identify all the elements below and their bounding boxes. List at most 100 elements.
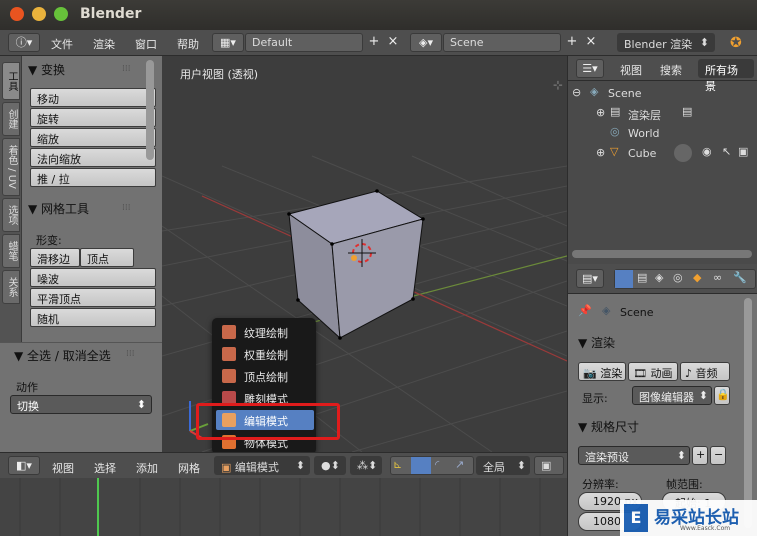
menu-mesh[interactable]: 网格	[178, 460, 200, 476]
world-context-icon[interactable]: ◎	[673, 271, 683, 284]
scene-icon-button[interactable]: ◈▾	[410, 33, 442, 52]
outliner-filter-select[interactable]: 所有场景	[698, 59, 754, 93]
render-engine-select[interactable]: Blender 渲染 ⬍	[617, 33, 715, 52]
close-window-button[interactable]	[10, 7, 24, 21]
outliner-row-render-layers[interactable]: ⊕ ▤ 渲染层 ▤	[568, 104, 757, 124]
drag-handle-icon[interactable]: ⁞⁞⁞	[122, 203, 131, 213]
randomize-button[interactable]: 随机	[30, 308, 156, 327]
screen-layout-icon[interactable]: ▦▾	[212, 33, 244, 52]
menu-window[interactable]: 窗口	[135, 36, 157, 52]
add-region-icon[interactable]: ⊹	[553, 78, 563, 92]
render-preset-select[interactable]: 渲染预设 ⬍	[578, 446, 690, 465]
menu-add[interactable]: 添加	[136, 460, 158, 476]
mode-select[interactable]: ▣ 编辑模式 ⬍	[214, 456, 310, 475]
audio-button[interactable]: ♪ 音频	[680, 362, 730, 381]
scene-field[interactable]: Scene	[443, 33, 561, 52]
mode-item-vertex-paint[interactable]: 顶点绘制	[216, 366, 314, 386]
remove-preset-button[interactable]: −	[710, 446, 726, 465]
display-value: 图像编辑器	[639, 391, 694, 404]
pin-icon[interactable]: 📌	[578, 304, 592, 317]
editor-type-3d-button[interactable]: ◧▾	[8, 456, 40, 475]
outliner-view-menu[interactable]: 视图	[620, 62, 642, 78]
render-context-icon[interactable]	[615, 270, 633, 288]
outliner-scrollbar[interactable]	[572, 250, 752, 258]
menu-file[interactable]: 文件	[51, 36, 73, 52]
translate-manipulator-icon[interactable]	[411, 457, 431, 474]
outliner-row-cube[interactable]: ⊕ ▽ Cube ◉ ↖ ▣	[568, 144, 757, 164]
drag-handle-icon[interactable]: ⁞⁞⁞	[126, 349, 135, 359]
rotate-manipulator-icon[interactable]: ◜	[435, 458, 439, 471]
noise-button[interactable]: 噪波	[30, 268, 156, 287]
mode-item-sculpt[interactable]: 雕刻模式	[216, 388, 314, 408]
shrink-fatten-button[interactable]: 法向缩放	[30, 148, 156, 167]
selectable-arrow-icon[interactable]: ↖	[722, 145, 731, 158]
properties-scrollbar[interactable]	[744, 298, 752, 528]
animation-button[interactable]: 🎞 动画	[628, 362, 678, 381]
move-button[interactable]: 移动	[30, 88, 156, 107]
outliner-row-world[interactable]: ◎ World	[568, 124, 757, 144]
outliner-row-scene[interactable]: ⊖ ◈ Scene	[568, 84, 757, 104]
menu-view[interactable]: 视图	[52, 460, 74, 476]
push-pull-button[interactable]: 推 / 拉	[30, 168, 156, 187]
editor-type-properties-button[interactable]: ▤▾	[576, 269, 604, 288]
transform-panel-header[interactable]: ▼ 变换	[28, 61, 65, 78]
object-context-icon[interactable]: ◆	[693, 271, 701, 284]
action-select[interactable]: 切换 ⬍	[10, 395, 152, 414]
mode-item-object[interactable]: 物体模式	[216, 432, 314, 452]
minimize-window-button[interactable]	[32, 7, 46, 21]
menu-select[interactable]: 选择	[94, 460, 116, 476]
render-camera-icon[interactable]: ▣	[738, 145, 748, 158]
drag-handle-icon[interactable]: ⁞⁞⁞	[122, 64, 131, 74]
shading-select[interactable]: ●⬍	[314, 456, 346, 475]
mode-item-texture-paint[interactable]: 纹理绘制	[216, 322, 314, 342]
layer-toggle-icon[interactable]: ▣	[534, 456, 564, 475]
render-layers-context-icon[interactable]: ▤	[637, 271, 647, 284]
timeline-area[interactable]	[0, 478, 567, 536]
display-select[interactable]: 图像编辑器 ⬍	[632, 386, 712, 405]
transform-orientation-select[interactable]: 全局 ⬍	[476, 456, 530, 475]
add-scene-button[interactable]: +	[565, 35, 579, 50]
outliner-search-menu[interactable]: 搜索	[660, 62, 682, 78]
render-panel-header[interactable]: ▼ 渲染	[578, 334, 615, 351]
tab-tools[interactable]: 工具	[2, 62, 20, 100]
vertex-slide-button[interactable]: 顶点	[80, 248, 134, 267]
remove-scene-button[interactable]: ×	[584, 35, 598, 50]
expand-icon[interactable]: ⊕	[596, 146, 605, 159]
screen-layout-field[interactable]: Default	[245, 33, 363, 52]
smooth-vertex-button[interactable]: 平滑顶点	[30, 288, 156, 307]
tab-create[interactable]: 创建	[2, 102, 20, 136]
editor-type-outliner-button[interactable]: ☰▾	[576, 59, 604, 78]
select-all-panel-header[interactable]: ▼ 全选 / 取消全选	[14, 347, 111, 364]
scene-context-icon[interactable]: ◈	[655, 271, 663, 284]
add-layout-button[interactable]: +	[367, 35, 381, 50]
collapse-icon[interactable]: ⊖	[572, 86, 581, 99]
tab-options[interactable]: 选项	[2, 198, 20, 232]
expand-icon[interactable]: ⊕	[596, 106, 605, 119]
mode-item-weight-paint[interactable]: 权重绘制	[216, 344, 314, 364]
tool-shelf-scrollbar[interactable]	[146, 60, 154, 160]
render-button[interactable]: 📷 渲染	[578, 362, 626, 381]
manipulator-toggle-icon[interactable]: ⊾	[393, 458, 402, 471]
remove-layout-button[interactable]: ×	[386, 35, 400, 50]
mesh-tools-panel-header[interactable]: ▼ 网格工具	[28, 200, 89, 217]
menu-help[interactable]: 帮助	[177, 36, 199, 52]
add-preset-button[interactable]: +	[692, 446, 708, 465]
tab-relations[interactable]: 关系	[2, 270, 20, 304]
rotate-button[interactable]: 旋转	[30, 108, 156, 127]
lock-interface-icon[interactable]: 🔒	[714, 386, 730, 405]
editor-type-info-button[interactable]: ⓘ▾	[8, 33, 40, 52]
maximize-window-button[interactable]	[54, 7, 68, 21]
constraints-context-icon[interactable]: ∞	[713, 271, 722, 284]
tab-shading-uv[interactable]: 着色 / UV	[2, 138, 20, 196]
pivot-select[interactable]: ⁂⬍	[350, 456, 382, 475]
mode-item-edit[interactable]: 编辑模式	[216, 410, 314, 430]
dimensions-panel-header[interactable]: ▼ 规格尺寸	[578, 418, 639, 435]
menu-render[interactable]: 渲染	[93, 36, 115, 52]
edge-slide-button[interactable]: 滑移边	[30, 248, 80, 267]
modifiers-context-icon[interactable]: 🔧	[733, 271, 747, 284]
mesh-data-icon[interactable]	[674, 144, 692, 162]
visibility-eye-icon[interactable]: ◉	[702, 145, 712, 158]
tab-grease-pencil[interactable]: 蜡笔	[2, 234, 20, 268]
scale-button[interactable]: 缩放	[30, 128, 156, 147]
scale-manipulator-icon[interactable]: ↗	[455, 458, 464, 471]
